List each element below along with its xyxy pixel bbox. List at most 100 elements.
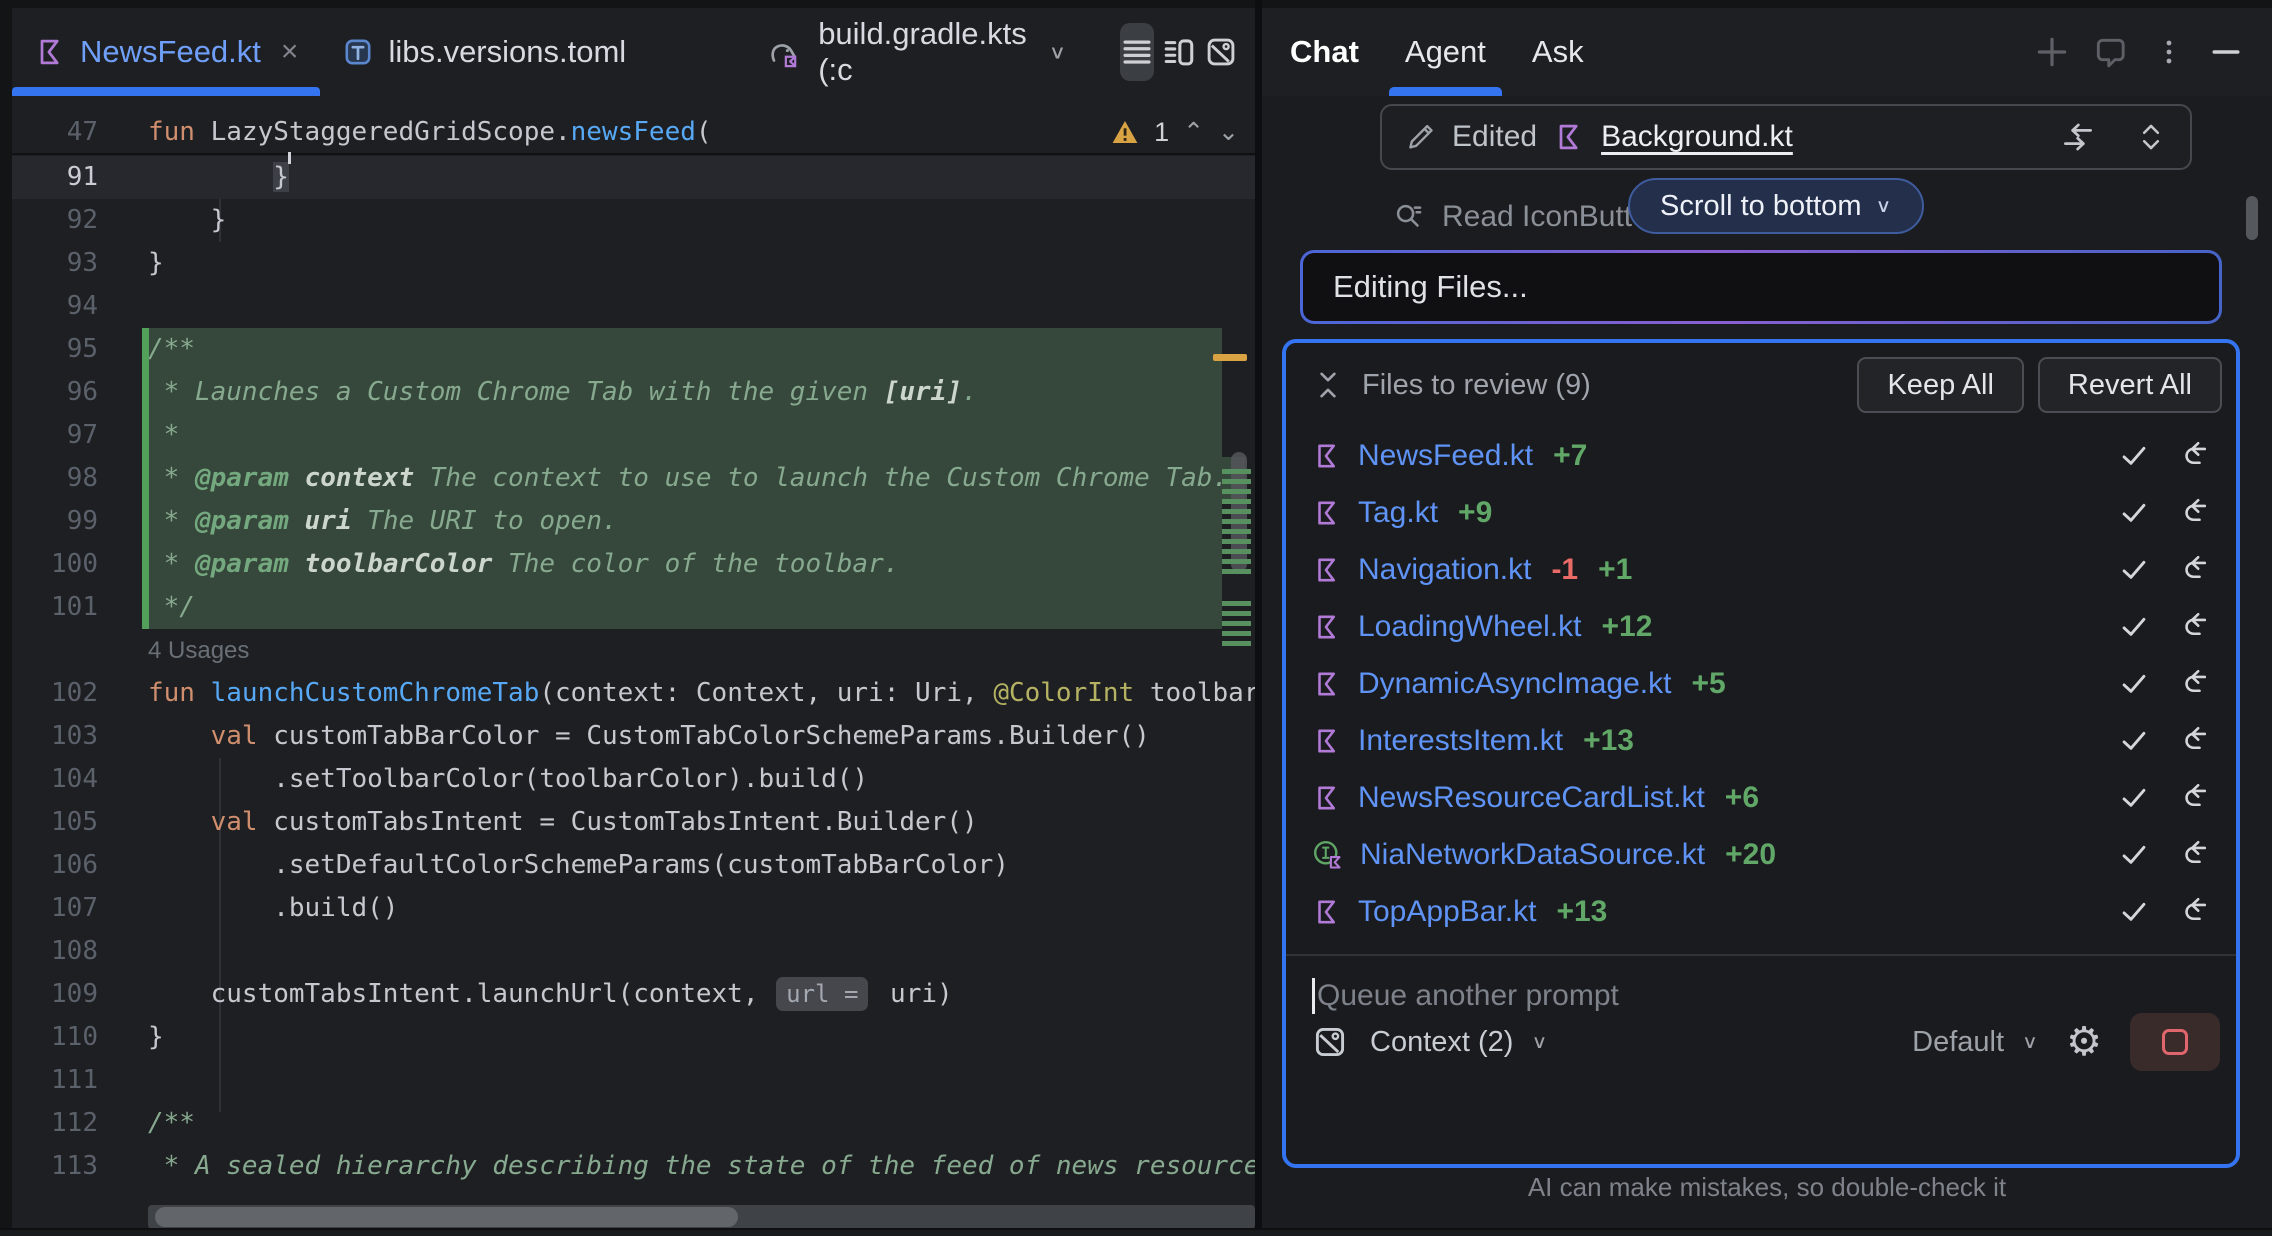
collapse-icon[interactable] [1312, 368, 1344, 402]
context-dropdown[interactable]: Context (2) [1370, 1026, 1513, 1059]
code-line[interactable]: 103 val customTabBarColor = CustomTabCol… [12, 715, 1255, 758]
undo-icon[interactable] [2180, 497, 2212, 529]
image-attach-icon[interactable] [1312, 1024, 1348, 1060]
file-review-row[interactable]: LoadingWheel.kt+12 [1286, 598, 2236, 655]
file-link[interactable]: NewsFeed.kt [1358, 439, 1533, 473]
plus-icon[interactable] [2034, 34, 2070, 70]
check-icon[interactable] [2118, 782, 2150, 814]
code-line[interactable]: 100 * @param toolbarColor The color of t… [12, 543, 1255, 586]
code-line[interactable]: 91 } [12, 156, 1255, 199]
file-link[interactable]: InterestsItem.kt [1358, 724, 1563, 758]
file-link[interactable]: NiaNetworkDataSource.kt [1360, 838, 1705, 872]
code-line[interactable]: 4 Usages [12, 629, 1255, 672]
code-editor[interactable]: 47 fun LazyStaggeredGridScope.newsFeed( … [12, 104, 1255, 1228]
comment-bubble-icon[interactable] [2094, 34, 2130, 70]
kebab-menu-icon[interactable] [2154, 34, 2184, 70]
undo-icon[interactable] [2180, 725, 2212, 757]
gear-icon[interactable]: ⚙ [2066, 1022, 2102, 1062]
file-review-row[interactable]: InterestsItem.kt+13 [1286, 712, 2236, 769]
file-link[interactable]: LoadingWheel.kt [1358, 610, 1581, 644]
code-line[interactable]: 101 */ [12, 586, 1255, 629]
tab-ask[interactable]: Ask [1532, 8, 1584, 96]
check-icon[interactable] [2118, 668, 2150, 700]
horizontal-scrollbar[interactable] [148, 1205, 1255, 1228]
check-icon[interactable] [2118, 497, 2150, 529]
check-icon[interactable] [2118, 440, 2150, 472]
check-icon[interactable] [2118, 554, 2150, 586]
code-line[interactable]: 93} [12, 242, 1255, 285]
split-preview-icon[interactable] [1162, 23, 1196, 81]
chevron-down-icon[interactable]: ∨ [1049, 40, 1067, 63]
chat-scrollbar-thumb[interactable] [2246, 196, 2258, 240]
file-review-row[interactable]: Navigation.kt-1+1 [1286, 541, 2236, 598]
list-view-icon[interactable] [1120, 23, 1154, 81]
tab-newsfeed-kt[interactable]: NewsFeed.kt × [12, 8, 320, 96]
check-icon[interactable] [2118, 896, 2150, 928]
prev-warning-icon[interactable]: ⌃ [1183, 117, 1204, 147]
code-line[interactable]: 109 customTabsIntent.launchUrl(context, … [12, 973, 1255, 1016]
code-line[interactable]: 108 [12, 930, 1255, 973]
code-line[interactable]: 104 .setToolbarColor(toolbarColor).build… [12, 758, 1255, 801]
file-review-row[interactable]: DynamicAsyncImage.kt+5 [1286, 655, 2236, 712]
swap-arrows-icon[interactable] [2060, 119, 2096, 155]
file-review-row[interactable]: TopAppBar.kt+13 [1286, 883, 2236, 940]
code-line[interactable]: 105 val customTabsIntent = CustomTabsInt… [12, 801, 1255, 844]
pane-divider[interactable] [1255, 0, 1262, 1236]
sticky-header-line[interactable]: 47 fun LazyStaggeredGridScope.newsFeed( … [12, 111, 1255, 155]
model-dropdown[interactable]: Default [1912, 1026, 2004, 1059]
code-line[interactable]: 95/** [12, 328, 1255, 371]
code-line[interactable]: 99 * @param uri The URI to open. [12, 500, 1255, 543]
code-line[interactable]: 98 * @param context The context to use t… [12, 457, 1255, 500]
undo-icon[interactable] [2180, 839, 2212, 871]
prompt-input[interactable]: Queue another prompt Context (2) ∨ Defau… [1286, 956, 2236, 1086]
scroll-to-bottom-button[interactable]: Scroll to bottom ∨ [1628, 178, 1924, 234]
undo-icon[interactable] [2180, 668, 2212, 700]
file-link[interactable]: TopAppBar.kt [1358, 895, 1536, 929]
stop-button[interactable] [2130, 1013, 2220, 1071]
file-link[interactable]: Tag.kt [1358, 496, 1438, 530]
file-review-row[interactable]: NiaNetworkDataSource.kt+20 [1286, 826, 2236, 883]
usages-hint[interactable]: 4 Usages [148, 637, 249, 664]
code-line[interactable]: 96 * Launches a Custom Chrome Tab with t… [12, 371, 1255, 414]
code-line[interactable]: 112/** [12, 1102, 1255, 1145]
horizontal-scrollbar-thumb[interactable] [155, 1207, 738, 1227]
code-line[interactable]: 97 * [12, 414, 1255, 457]
code-line[interactable]: 106 .setDefaultColorSchemeParams(customT… [12, 844, 1255, 887]
undo-icon[interactable] [2180, 611, 2212, 643]
edited-file-card[interactable]: Edited Background.kt [1380, 104, 2192, 170]
next-warning-icon[interactable]: ⌄ [1218, 117, 1239, 147]
undo-icon[interactable] [2180, 782, 2212, 814]
check-icon[interactable] [2118, 725, 2150, 757]
file-review-row[interactable]: NewsResourceCardList.kt+6 [1286, 769, 2236, 826]
file-review-row[interactable]: Tag.kt+9 [1286, 484, 2236, 541]
edited-file-link[interactable]: Background.kt [1601, 120, 1793, 154]
tab-chat[interactable]: Chat [1290, 8, 1359, 96]
file-link[interactable]: DynamicAsyncImage.kt [1358, 667, 1671, 701]
code-line[interactable]: 111 [12, 1059, 1255, 1102]
code-line[interactable]: 107 .build() [12, 887, 1255, 930]
file-link[interactable]: Navigation.kt [1358, 553, 1531, 587]
tab-libs-versions-toml[interactable]: libs.versions.toml [320, 8, 648, 96]
minimize-icon[interactable] [2208, 34, 2244, 70]
code-line[interactable]: 102fun launchCustomChromeTab(context: Co… [12, 672, 1255, 715]
check-icon[interactable] [2118, 611, 2150, 643]
undo-icon[interactable] [2180, 440, 2212, 472]
warning-icon[interactable] [1110, 118, 1140, 146]
keep-all-button[interactable]: Keep All [1857, 357, 2023, 413]
image-view-icon[interactable] [1204, 23, 1238, 81]
code-line[interactable]: 113 * A sealed hierarchy describing the … [12, 1145, 1255, 1188]
code-line[interactable]: 110} [12, 1016, 1255, 1059]
file-review-row[interactable]: NewsFeed.kt+7 [1286, 427, 2236, 484]
close-tab-icon[interactable]: × [281, 35, 299, 69]
code-lines[interactable]: 91 }92 }93}9495/**96 * Launches a Custom… [12, 156, 1255, 1188]
file-link[interactable]: NewsResourceCardList.kt [1358, 781, 1705, 815]
tab-build-gradle-kts[interactable]: build.gradle.kts (:c ∨ [744, 8, 1088, 96]
expand-collapse-icon[interactable] [2134, 119, 2168, 155]
code-line[interactable]: 94 [12, 285, 1255, 328]
undo-icon[interactable] [2180, 554, 2212, 586]
chevron-down-icon[interactable]: ∨ [2022, 1031, 2038, 1053]
chevron-down-icon[interactable]: ∨ [1531, 1031, 1547, 1053]
code-line[interactable]: 92 } [12, 199, 1255, 242]
check-icon[interactable] [2118, 839, 2150, 871]
tab-agent[interactable]: Agent [1405, 8, 1486, 96]
